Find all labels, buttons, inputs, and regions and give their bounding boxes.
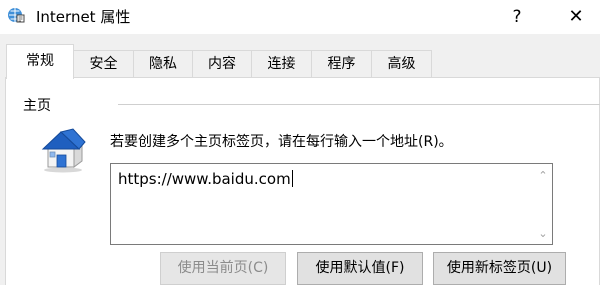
tab-privacy[interactable]: 隐私 — [133, 50, 193, 77]
tab-programs[interactable]: 程序 — [311, 50, 372, 77]
internet-options-icon — [8, 8, 25, 23]
use-default-button[interactable]: 使用默认值(F) — [297, 252, 423, 285]
home-icon — [41, 128, 86, 173]
scroll-up-arrow-icon[interactable]: ⌃ — [534, 170, 552, 182]
home-page-url-text[interactable]: https://www.baidu.com — [118, 168, 293, 190]
home-page-group-label: 主页 — [23, 98, 51, 114]
tab-general[interactable]: 常规 — [6, 44, 74, 79]
close-button[interactable]: ✕ — [552, 0, 600, 34]
tab-content[interactable]: 内容 — [192, 50, 252, 77]
scroll-down-arrow-icon[interactable]: ⌄ — [534, 228, 552, 240]
tab-connections[interactable]: 连接 — [251, 50, 312, 77]
group-divider — [118, 104, 600, 105]
window-title: Internet 属性 — [36, 8, 131, 26]
use-current-page-button[interactable]: 使用当前页(C) — [160, 252, 286, 285]
tab-strip: 常规 安全 隐私 内容 连接 程序 高级 — [0, 34, 600, 79]
home-page-url-value: https://www.baidu.com — [118, 170, 291, 188]
help-button[interactable]: ? — [498, 0, 536, 34]
home-page-instruction: 若要创建多个主页标签页，请在每行输入一个地址(R)。 — [110, 134, 453, 150]
internet-options-window: Internet 属性 ? ✕ 常规 安全 隐私 内容 连接 程序 高级 主页 … — [0, 0, 600, 285]
textarea-scrollbar[interactable]: ⌃ ⌄ — [534, 164, 552, 244]
tab-security[interactable]: 安全 — [73, 50, 134, 77]
title-bar: Internet 属性 ? ✕ — [0, 0, 600, 34]
use-new-tab-button[interactable]: 使用新标签页(U) — [433, 252, 566, 285]
text-caret — [291, 170, 293, 187]
tab-advanced[interactable]: 高级 — [371, 50, 432, 77]
home-page-address-textarea[interactable]: https://www.baidu.com ⌃ ⌄ — [110, 163, 553, 245]
